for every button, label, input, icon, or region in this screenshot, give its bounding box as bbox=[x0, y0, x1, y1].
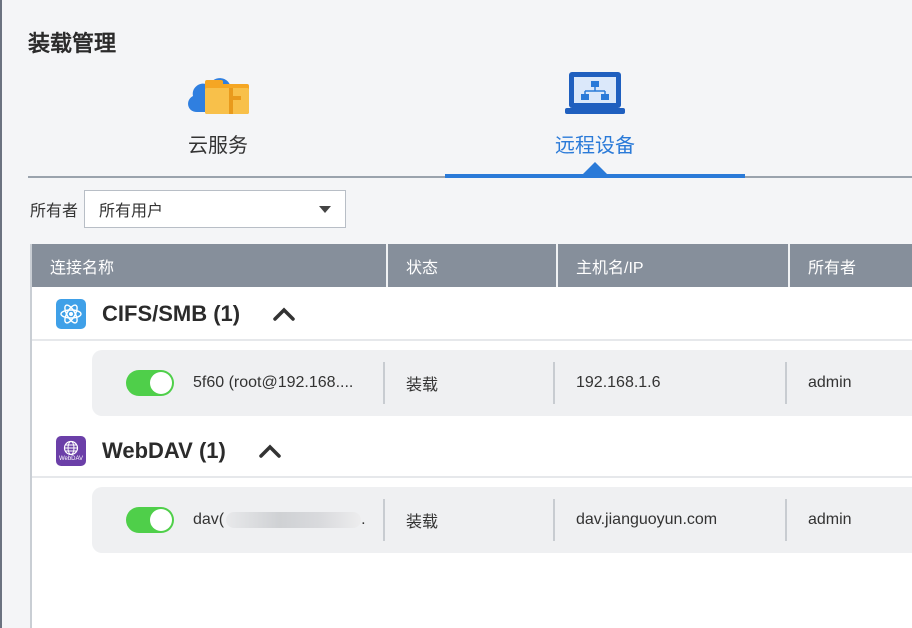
column-header-name[interactable]: 连接名称 bbox=[32, 244, 388, 287]
column-header-status[interactable]: 状态 bbox=[388, 244, 558, 287]
column-header-host[interactable]: 主机名/IP bbox=[558, 244, 790, 287]
owner-select-value: 所有用户 bbox=[99, 203, 164, 220]
table-row[interactable]: 5f60 (root@192.168.... 装载 192.168.1.6 ad… bbox=[92, 350, 912, 416]
chevron-up-icon[interactable] bbox=[270, 304, 298, 324]
mount-toggle[interactable] bbox=[126, 507, 174, 533]
row-host: dav.jianguoyun.com bbox=[576, 511, 718, 528]
row-host: 192.168.1.6 bbox=[576, 374, 661, 391]
webdav-icon: WebDAV bbox=[56, 436, 86, 466]
page-title: 装载管理 bbox=[28, 31, 117, 56]
row-status: 装载 bbox=[406, 377, 439, 394]
cloud-folder-icon bbox=[138, 70, 298, 121]
redacted-text bbox=[226, 512, 362, 528]
row-connection-name: dav(. bbox=[193, 511, 366, 528]
tab-cloud-service-label: 云服务 bbox=[188, 135, 248, 157]
caret-down-icon bbox=[319, 206, 331, 213]
tab-bar: 云服务 远程设备 bbox=[28, 70, 912, 180]
window-left-border bbox=[0, 0, 2, 628]
active-tab-underline bbox=[445, 174, 745, 178]
group-header-cifs-smb: CIFS/SMB (1) bbox=[32, 289, 912, 341]
table-row[interactable]: dav(. 装载 dav.jianguoyun.com admin bbox=[92, 487, 912, 553]
chevron-up-icon[interactable] bbox=[256, 441, 284, 461]
group-title-cifs-smb: CIFS/SMB (1) bbox=[102, 301, 241, 326]
mount-toggle[interactable] bbox=[126, 370, 174, 396]
owner-filter-label: 所有者 bbox=[30, 203, 79, 220]
cifs-smb-icon bbox=[56, 299, 86, 329]
group-header-webdav: WebDAV WebDAV (1) bbox=[32, 426, 912, 478]
group-title-webdav: WebDAV (1) bbox=[102, 438, 226, 463]
row-status: 装载 bbox=[406, 514, 439, 531]
row-owner: admin bbox=[808, 511, 852, 528]
webdav-icon-text: WebDAV bbox=[58, 455, 84, 462]
tab-cloud-service[interactable]: 云服务 bbox=[138, 70, 298, 158]
row-connection-name: 5f60 (root@192.168.... bbox=[193, 374, 354, 391]
owner-filter: 所有者 所有用户 bbox=[30, 190, 346, 228]
row-owner: admin bbox=[808, 374, 852, 391]
table-header: 连接名称 状态 主机名/IP 所有者 bbox=[32, 244, 912, 287]
mount-table: 连接名称 状态 主机名/IP 所有者 CIFS/SMB (1) 5f60 (ro… bbox=[30, 244, 912, 628]
owner-select[interactable]: 所有用户 bbox=[84, 190, 346, 228]
column-header-owner[interactable]: 所有者 bbox=[790, 244, 912, 287]
active-tab-caret bbox=[583, 162, 607, 174]
